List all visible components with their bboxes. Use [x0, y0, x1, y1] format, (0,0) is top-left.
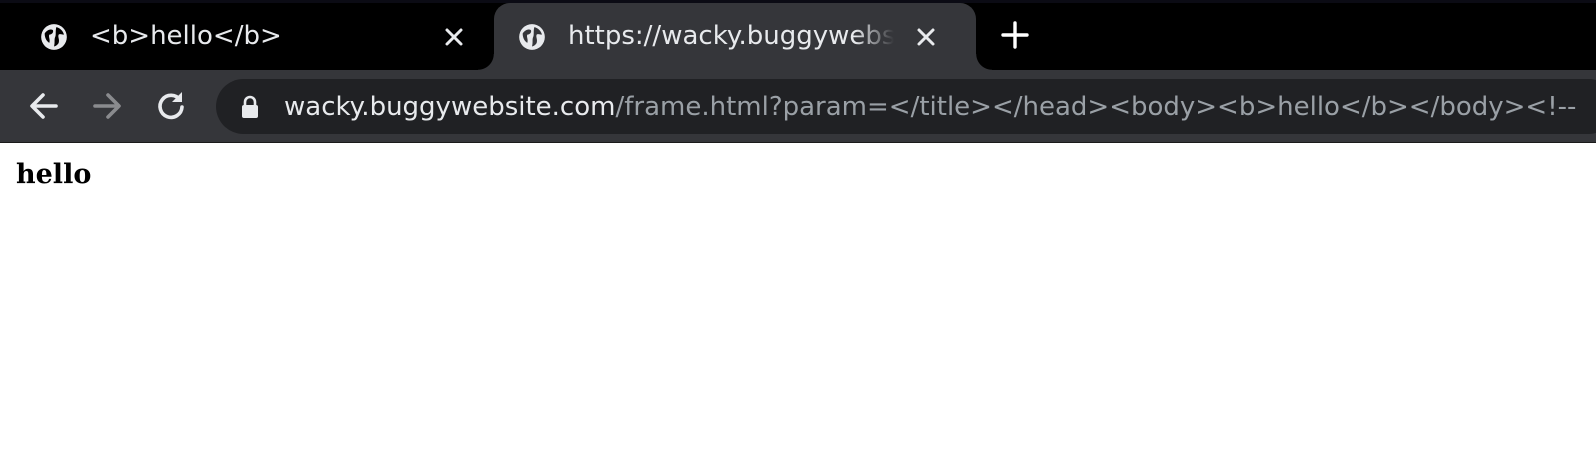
browser-toolbar: wacky.buggywebsite.com/frame.html?param=…: [0, 70, 1596, 143]
address-bar[interactable]: wacky.buggywebsite.com/frame.html?param=…: [216, 79, 1596, 134]
close-icon[interactable]: [914, 25, 938, 49]
reload-icon[interactable]: [153, 88, 189, 124]
lock-icon[interactable]: [240, 95, 260, 119]
url-path: /frame.html?param=</title></head><body><…: [615, 92, 1577, 122]
globe-icon: [519, 24, 545, 50]
plus-icon[interactable]: [1000, 20, 1030, 50]
tab-title: <b>hello</b>: [90, 21, 282, 51]
globe-icon: [41, 24, 67, 50]
tab-title: https://wacky.buggywebsite.com/frame.htm…: [568, 21, 894, 51]
arrow-left-icon[interactable]: [26, 88, 62, 124]
page-content: hello: [0, 143, 1596, 456]
tab-strip: <b>hello</b> https://wacky.buggywebsite.…: [0, 0, 1596, 70]
arrow-right-icon[interactable]: [89, 88, 125, 124]
tab-active[interactable]: https://wacky.buggywebsite.com/frame.htm…: [478, 3, 992, 70]
page-body-text: hello: [16, 159, 92, 190]
close-icon[interactable]: [442, 25, 466, 49]
url-text[interactable]: wacky.buggywebsite.com/frame.html?param=…: [284, 88, 1596, 126]
url-host: wacky.buggywebsite.com: [284, 92, 616, 122]
tab-inactive[interactable]: <b>hello</b>: [22, 3, 488, 70]
